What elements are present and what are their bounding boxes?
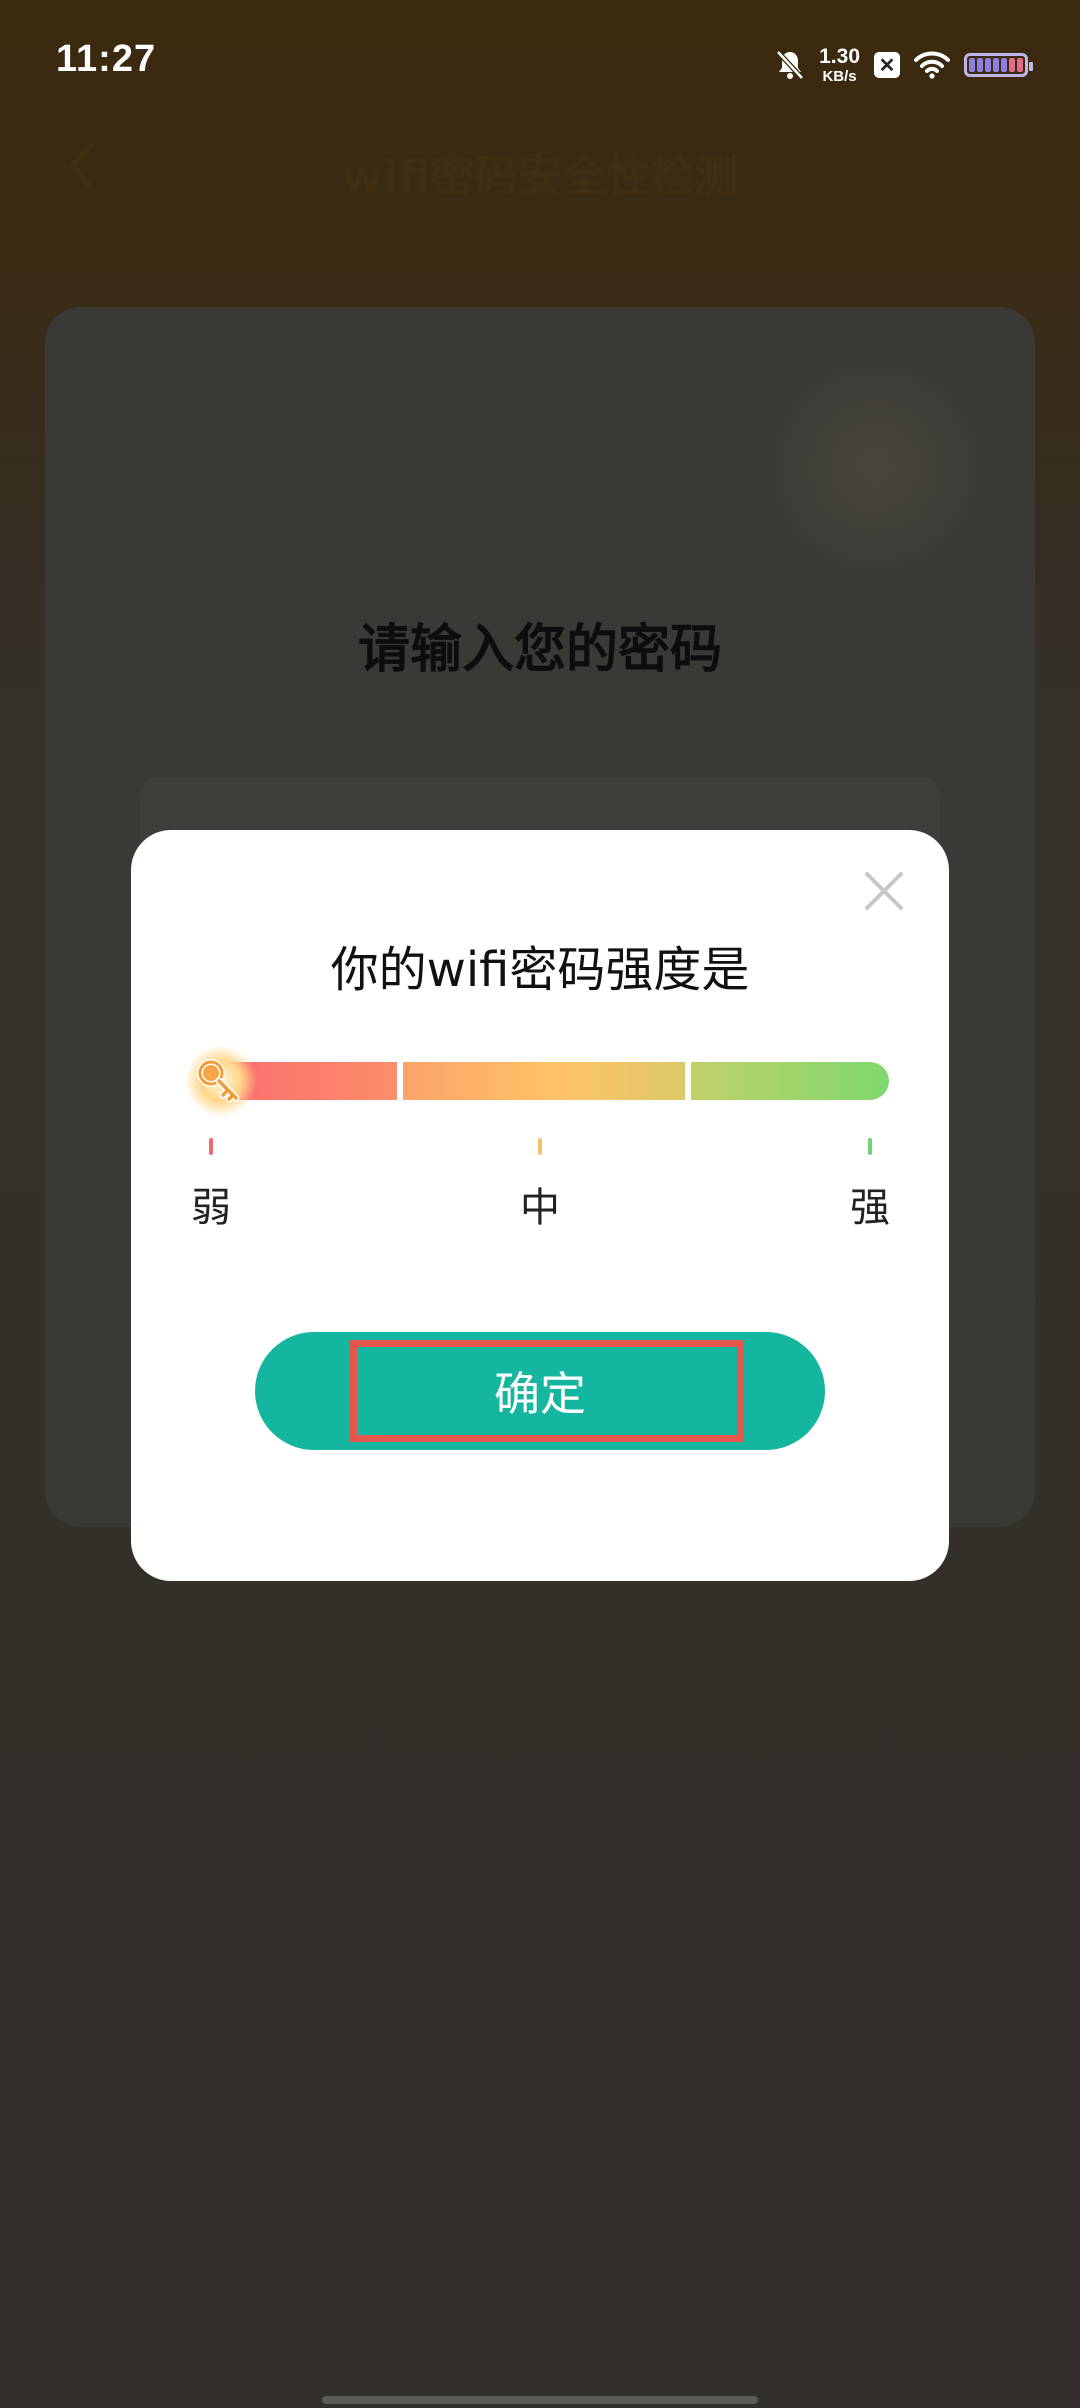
level-label-strong: 强 xyxy=(850,1185,890,1231)
battery-icon xyxy=(964,53,1033,77)
net-speed: 1.30 KB/s xyxy=(819,46,860,84)
page-title: wifi密码安全性检测 xyxy=(341,151,739,202)
key-icon xyxy=(185,1045,257,1117)
dialog-title: 你的wifi密码强度是 xyxy=(330,942,750,998)
net-speed-unit: KB/s xyxy=(822,68,857,85)
meter-segment-strong xyxy=(691,1062,889,1100)
net-speed-value: 1.30 xyxy=(819,45,860,68)
meter-segment-medium xyxy=(403,1062,685,1100)
status-bar: 11:27 1.30 KB/s ✕ xyxy=(0,0,1080,125)
level-label-medium: 中 xyxy=(520,1185,560,1231)
password-prompt: 请输入您的密码 xyxy=(357,620,722,680)
card-decoration xyxy=(755,327,995,607)
close-icon[interactable] xyxy=(859,866,909,916)
bell-off-icon xyxy=(776,50,804,80)
x-badge-icon: ✕ xyxy=(874,52,900,78)
nav-bar: wifi密码安全性检测 xyxy=(0,120,1080,210)
status-time: 11:27 xyxy=(56,38,157,80)
home-indicator[interactable] xyxy=(322,2396,758,2404)
tick-medium xyxy=(538,1138,542,1155)
level-label-weak: 弱 xyxy=(191,1185,231,1231)
status-icons: 1.30 KB/s ✕ xyxy=(775,40,1033,90)
tick-weak xyxy=(209,1138,213,1155)
wifi-icon xyxy=(914,51,950,79)
strength-dialog: 你的wifi密码强度是 弱 中 强 确定 xyxy=(131,830,949,1581)
tick-strong xyxy=(868,1138,872,1155)
highlight-box xyxy=(350,1340,744,1442)
strength-meter xyxy=(185,1045,889,1117)
